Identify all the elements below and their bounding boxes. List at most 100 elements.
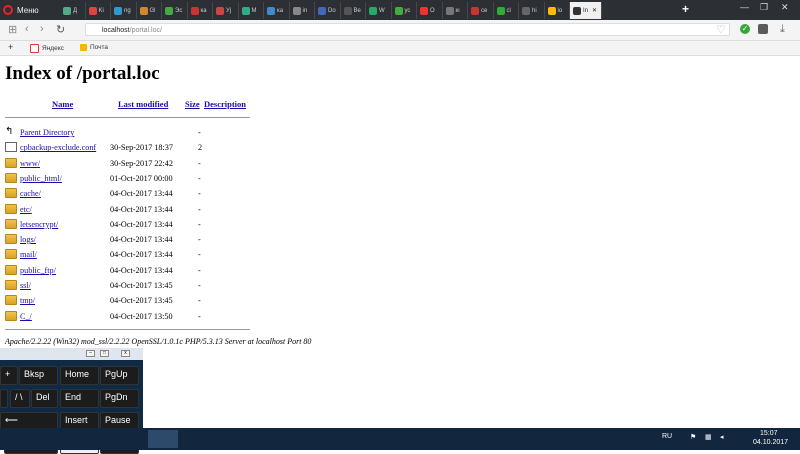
folder-icon xyxy=(5,234,17,245)
browser-tab-active[interactable]: In ✕ xyxy=(570,2,602,19)
browser-tab[interactable]: Уј xyxy=(213,2,239,19)
osk-restore-button[interactable]: □ xyxy=(100,350,109,357)
browser-tab[interactable]: ка xyxy=(264,2,290,19)
entry-name-link[interactable]: public_html/ xyxy=(20,174,62,183)
key-partial[interactable] xyxy=(0,389,8,408)
entry-size: 2 xyxy=(198,143,203,153)
tab-favicon-icon xyxy=(471,6,479,15)
browser-tab[interactable]: Gl xyxy=(137,2,162,19)
back-button[interactable]: ‹ xyxy=(25,23,29,35)
browser-tab[interactable]: Эс xyxy=(162,2,188,19)
grid-icon[interactable]: ⊞ xyxy=(8,23,17,36)
sort-by-size-link[interactable]: Size xyxy=(185,99,200,109)
browser-tab[interactable]: Д xyxy=(60,2,86,19)
key-home[interactable]: Home xyxy=(60,366,99,385)
url-path: /portal.loc/ xyxy=(129,27,162,34)
folder-icon xyxy=(5,249,17,260)
tab-favicon-icon xyxy=(318,6,326,15)
tray-flag-icon[interactable]: ⚑ xyxy=(690,433,696,441)
heart-icon[interactable]: ♡ xyxy=(716,23,726,36)
osk-close-button[interactable]: x xyxy=(121,350,130,357)
browser-tab[interactable]: W xyxy=(366,2,392,19)
key-backslash[interactable]: / \ xyxy=(10,389,30,408)
close-window-button[interactable]: ✕ xyxy=(781,2,789,13)
add-bookmark-button[interactable]: + xyxy=(8,42,13,52)
browser-tab[interactable]: се xyxy=(468,2,494,19)
browser-tab[interactable]: cl xyxy=(494,2,519,19)
tray-volume-icon[interactable]: ◂ xyxy=(720,433,724,441)
vpn-check-icon[interactable]: ✓ xyxy=(740,24,750,34)
browser-tab[interactable]: lo xyxy=(545,2,570,19)
entry-name-link[interactable]: public_ftp/ xyxy=(20,266,56,275)
browser-tab[interactable]: кı xyxy=(443,2,468,19)
entry-name-link[interactable]: ssl/ xyxy=(20,281,31,290)
entry-name-link[interactable]: www/ xyxy=(20,159,40,168)
sort-by-name-link[interactable]: Name xyxy=(52,99,73,109)
sort-by-modified-link[interactable]: Last modified xyxy=(118,99,168,109)
close-tab-icon[interactable]: ✕ xyxy=(592,7,597,14)
forward-button[interactable]: › xyxy=(40,23,44,35)
clock-time[interactable]: 15:07 xyxy=(760,430,778,437)
extension-icon[interactable] xyxy=(758,24,768,34)
entry-size: - xyxy=(198,204,201,214)
folder-icon xyxy=(5,188,17,199)
key-delete[interactable]: Del xyxy=(31,389,58,408)
browser-tab[interactable]: hi xyxy=(519,2,545,19)
entry-name-link[interactable]: etc/ xyxy=(20,205,32,214)
clock-date[interactable]: 04.10.2017 xyxy=(753,439,788,446)
osk-minimize-button[interactable]: – xyxy=(86,350,95,357)
bookmark-pochta[interactable]: Почта xyxy=(80,44,108,51)
browser-tab[interactable]: М xyxy=(239,2,264,19)
key-pgdn[interactable]: PgDn xyxy=(100,389,139,408)
entry-name-link[interactable]: mail/ xyxy=(20,250,37,259)
language-indicator[interactable]: RU xyxy=(662,433,672,440)
browser-tab[interactable]: Ве xyxy=(341,2,366,19)
entry-name-link[interactable]: Parent Directory xyxy=(20,128,74,137)
reload-button[interactable]: ↻ xyxy=(56,23,65,36)
browser-tab[interactable]: ка xyxy=(188,2,213,19)
new-tab-button[interactable]: + xyxy=(682,2,689,16)
footer-divider xyxy=(5,329,250,330)
entry-size: - xyxy=(198,265,201,275)
bookmark-label: Яндекс xyxy=(42,45,64,52)
tab-favicon-icon xyxy=(292,6,301,15)
entry-name-link[interactable]: cpbackup-exclude.conf xyxy=(20,143,96,152)
sort-by-description-link[interactable]: Description xyxy=(204,99,246,109)
mail-icon xyxy=(80,44,87,51)
bookmark-yandex[interactable]: Яндекс xyxy=(30,44,64,53)
browser-tab[interactable]: ng xyxy=(111,2,137,19)
entry-name-link[interactable]: letsencrypt/ xyxy=(20,220,58,229)
key-backspace[interactable]: Bksp xyxy=(19,366,58,385)
tray-network-icon[interactable]: ▦ xyxy=(705,433,712,441)
key-pgup[interactable]: PgUp xyxy=(100,366,139,385)
entry-name-link[interactable]: C_/ xyxy=(20,312,32,321)
tab-favicon-icon xyxy=(241,6,250,15)
entry-name-link[interactable]: tmp/ xyxy=(20,296,35,305)
entry-size: - xyxy=(198,173,201,183)
entry-size: - xyxy=(198,235,201,245)
tab-strip: Д Ki ng Gl Эс ка Уј Мка in Do Ве Wус Окı се cl hi lo In ✕ xyxy=(60,2,602,19)
browser-tab[interactable]: ус xyxy=(392,2,417,19)
entry-name-link[interactable]: cache/ xyxy=(20,189,41,198)
entry-name-link[interactable]: logs/ xyxy=(20,235,36,244)
tab-label: Д xyxy=(73,7,78,14)
entry-modified: 04-Oct-2017 13:45 xyxy=(110,296,173,306)
taskbar-keyboard-app[interactable] xyxy=(148,430,178,448)
maximize-button[interactable]: ❐ xyxy=(760,2,768,13)
minimize-button[interactable]: — xyxy=(740,2,749,12)
opera-menu-button[interactable]: Меню xyxy=(3,2,39,18)
browser-tab[interactable]: Ki xyxy=(86,2,111,19)
browser-tab[interactable]: in xyxy=(290,2,315,19)
browser-tab[interactable]: Do xyxy=(315,2,341,19)
key-end[interactable]: End xyxy=(60,389,99,408)
entry-modified: 04-Oct-2017 13:44 xyxy=(110,265,173,275)
download-icon[interactable]: ⤓ xyxy=(780,23,785,36)
entry-size: - xyxy=(198,128,201,137)
tab-favicon-icon xyxy=(343,6,352,15)
browser-tab[interactable]: О xyxy=(417,2,443,19)
tab-label: кı xyxy=(455,7,460,14)
address-toolbar: ⊞ ‹ › ↻ localhost/portal.loc/ ♡ ✓ ⤓ xyxy=(0,20,800,41)
url-field[interactable]: localhost/portal.loc/ xyxy=(85,23,730,36)
entry-size: - xyxy=(198,296,201,306)
key-plus[interactable]: + xyxy=(0,366,18,385)
